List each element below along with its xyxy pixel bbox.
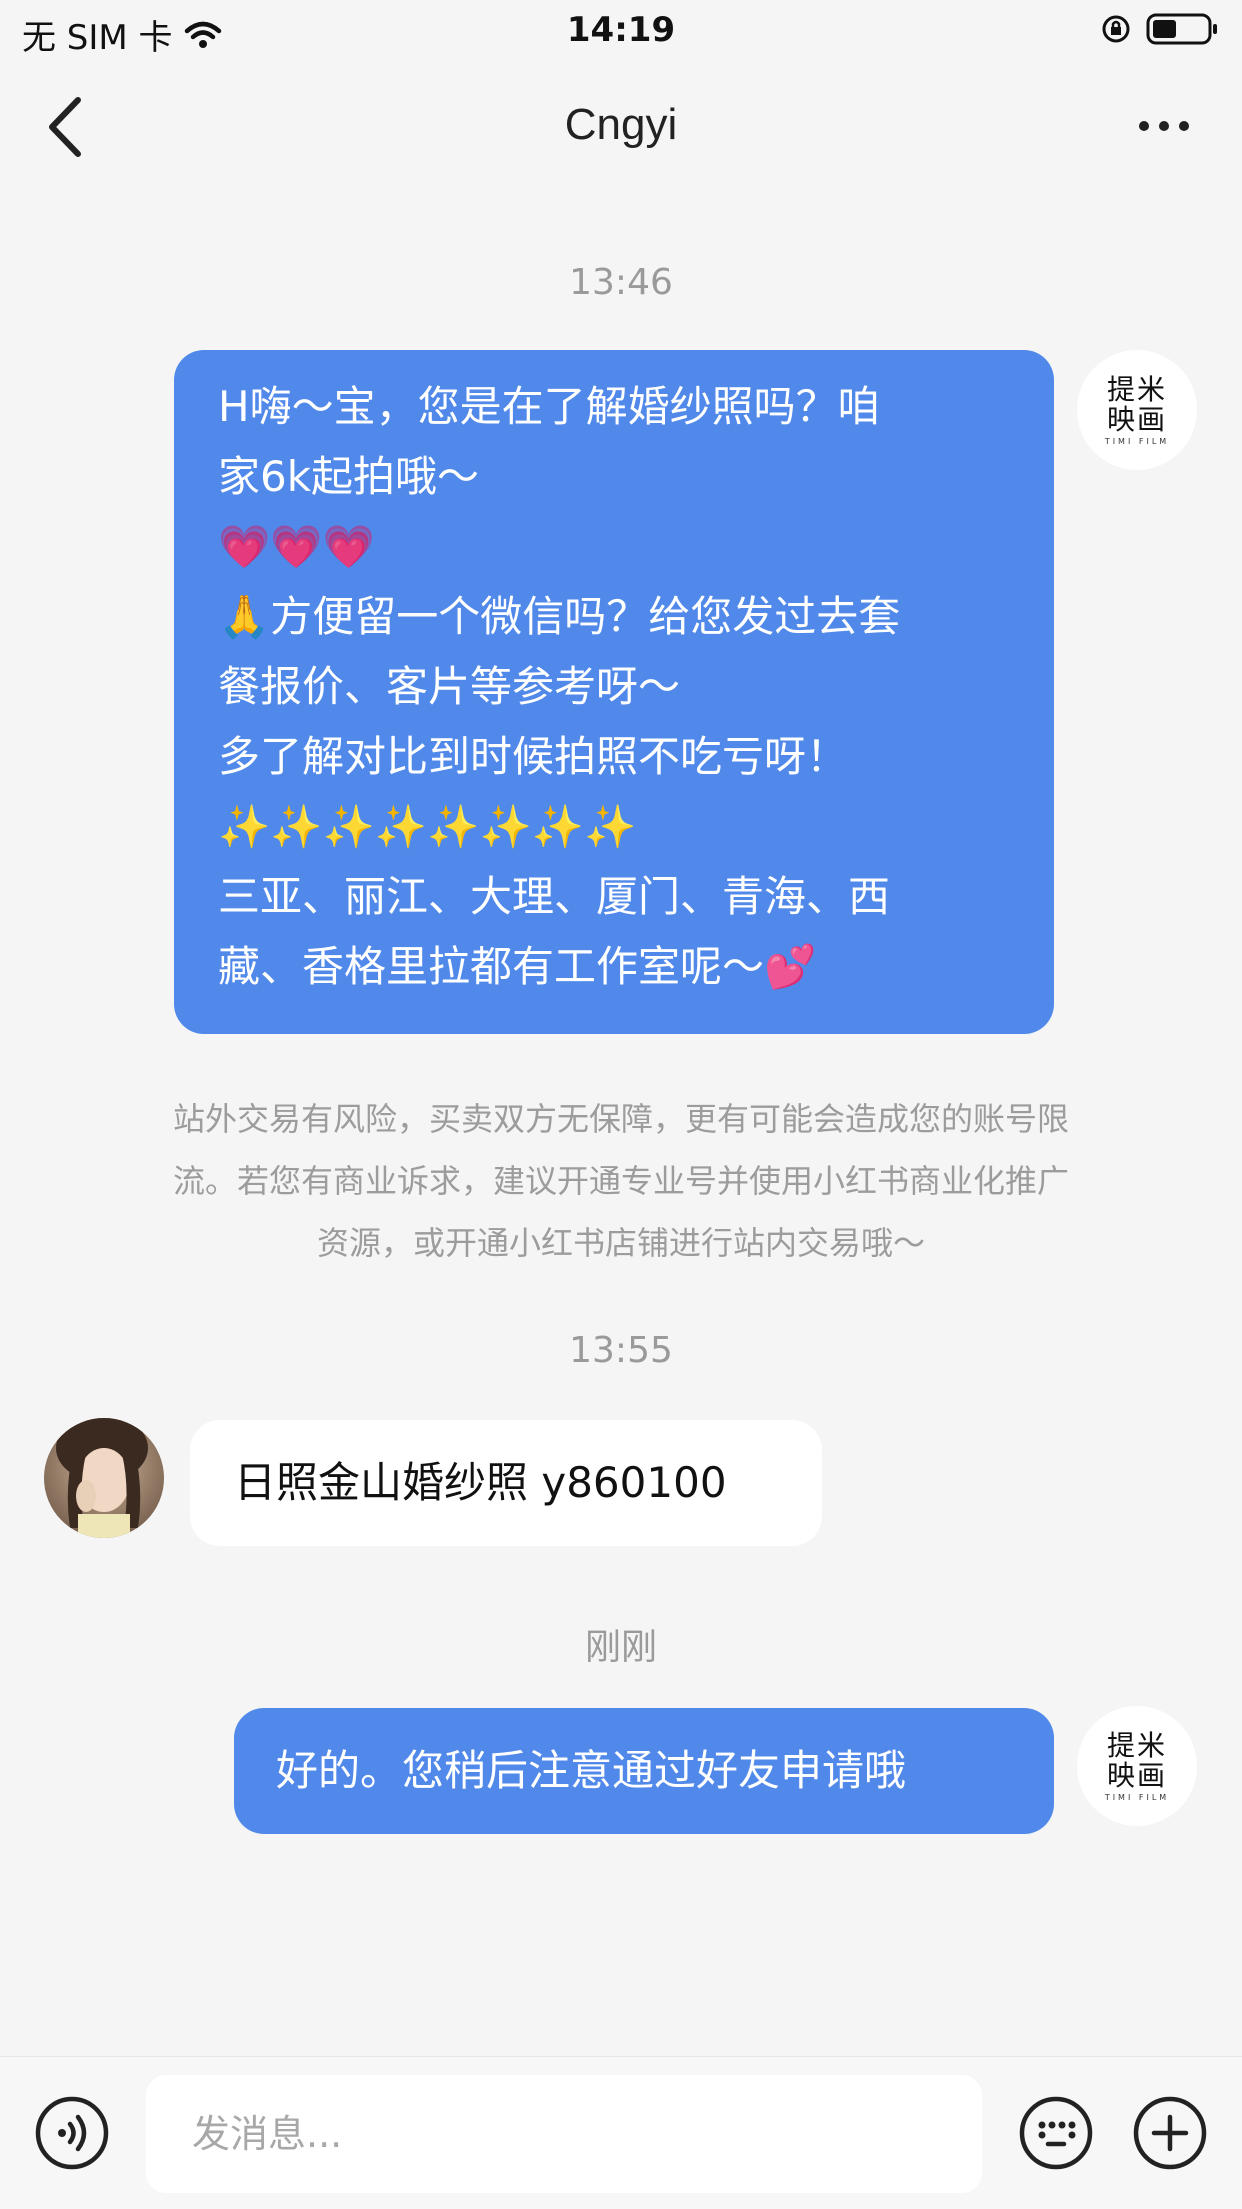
plus-icon[interactable] (1132, 2095, 1208, 2171)
message-line: 💗💗💗 (218, 522, 375, 571)
message-line: 多了解对比到时候拍照不吃亏呀！ (218, 732, 849, 781)
nav-bar: Cngyi (0, 62, 1242, 192)
message-input[interactable] (146, 2075, 982, 2193)
message-line: 餐报价、客片等参考呀～ (218, 662, 681, 711)
message-text: 好的。您稍后注意通过好友申请哦 (276, 1746, 907, 1795)
status-time: 14:19 (566, 10, 676, 50)
timestamp: 13:55 (569, 1330, 673, 1371)
timestamp: 刚刚 (584, 1627, 657, 1668)
message-line: 三亚、丽江、大理、厦门、青海、西 (218, 872, 891, 921)
more-dots-icon[interactable] (1136, 110, 1192, 142)
message-text: 日照金山婚纱照 y860100 (234, 1458, 727, 1507)
avatar[interactable]: 提米 映画 TIMI FILM (1077, 350, 1197, 470)
timestamp: 13:46 (569, 262, 673, 303)
message-bubble-outgoing[interactable]: H嗨～宝，您是在了解婚纱照吗？咱 家6k起拍哦～ 💗💗💗 🙏方便留一个微信吗？给… (174, 350, 1054, 1034)
user-avatar-image (44, 1418, 164, 1538)
voice-icon[interactable] (34, 2095, 110, 2171)
message-line: 藏、香格里拉都有工作室呢～💕 (218, 942, 817, 991)
status-bar: 无 SIM 卡 14:19 (0, 0, 1242, 62)
message-line: ✨✨✨✨✨✨✨✨ (218, 802, 637, 851)
warning-line: 流。若您有商业诉求，建议开通专业号并使用小红书商业化推广 (172, 1162, 1069, 1200)
message-bubble-outgoing[interactable]: 好的。您稍后注意通过好友申请哦 (234, 1708, 1054, 1834)
message-line: H嗨～宝，您是在了解婚纱照吗？咱 (218, 382, 880, 431)
input-bar (0, 2056, 1242, 2209)
message-line: 🙏方便留一个微信吗？给您发过去套 (218, 592, 901, 641)
warning-line: 资源，或开通小红书店铺进行站内交易哦～ (316, 1224, 925, 1262)
avatar[interactable] (44, 1418, 164, 1538)
message-bubble-incoming[interactable]: 日照金山婚纱照 y860100 (190, 1420, 822, 1546)
message-line: 家6k起拍哦～ (218, 452, 480, 501)
avatar[interactable]: 提米 映画 TIMI FILM (1077, 1706, 1197, 1826)
logo-text-line1: 提米 (1106, 372, 1167, 406)
warning-line: 站外交易有风险，买卖双方无保障，更有可能会造成您的账号限 (172, 1100, 1069, 1138)
rotation-lock-icon (1102, 15, 1130, 43)
logo-subtext: TIMI FILM (1104, 436, 1170, 446)
battery-icon (1146, 13, 1217, 45)
emoji-icon[interactable] (1018, 2095, 1094, 2171)
status-right (1100, 12, 1220, 46)
logo-text-line2: 映画 (1106, 402, 1167, 436)
logo-subtext: TIMI FILM (1104, 1792, 1170, 1802)
risk-warning-notice: 站外交易有风险，买卖双方无保障，更有可能会造成您的账号限 流。若您有商业诉求，建… (90, 1088, 1152, 1274)
logo-text-line1: 提米 (1106, 1728, 1167, 1762)
chat-title: Cngyi (564, 100, 678, 149)
logo-text-line2: 映画 (1106, 1758, 1167, 1792)
